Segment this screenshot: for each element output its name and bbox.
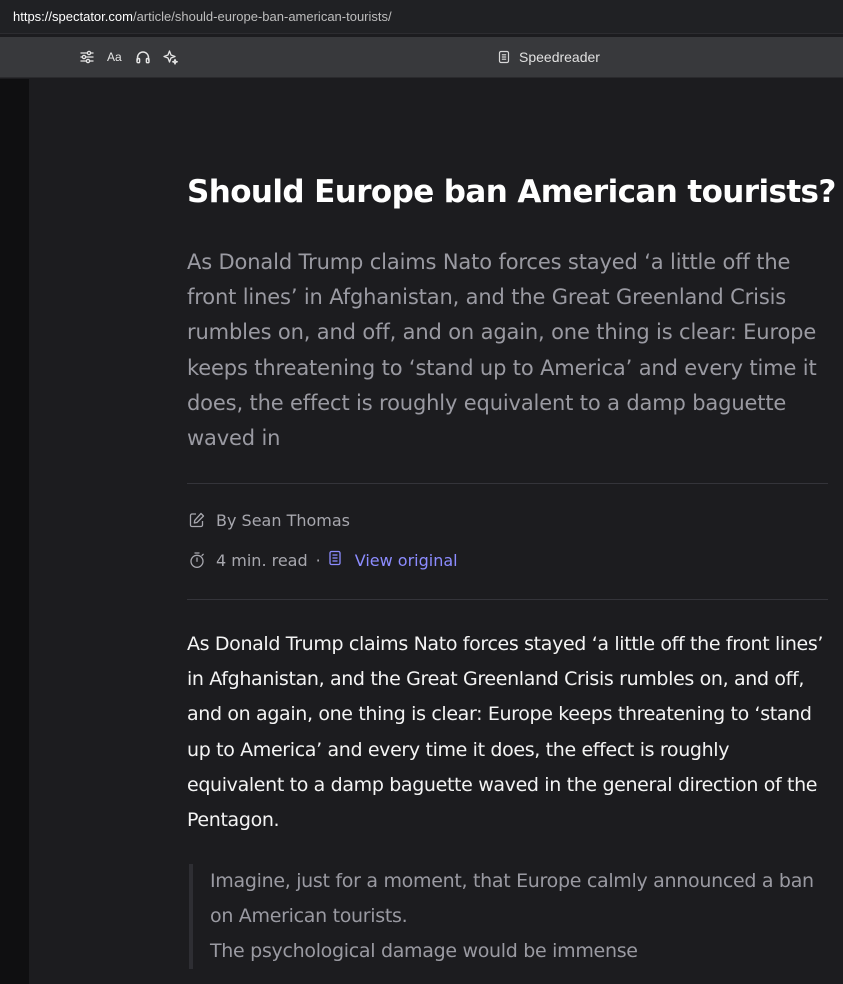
left-edge-strip xyxy=(0,79,29,984)
byline: By Sean Thomas xyxy=(216,510,350,530)
document-icon xyxy=(329,550,341,566)
view-original-icon[interactable] xyxy=(327,550,355,570)
read-time: 4 min. read xyxy=(216,550,308,570)
url-host: https://spectator.com xyxy=(13,9,133,24)
divider-top xyxy=(187,483,828,484)
font-size-button[interactable]: Aa xyxy=(107,50,122,64)
address-bar[interactable]: https://spectator.com/article/should-eur… xyxy=(0,0,843,34)
ai-sparkle-icon[interactable] xyxy=(163,49,179,65)
byline-row: By Sean Thomas xyxy=(188,509,350,531)
speedreader-label: Speedreader xyxy=(519,49,600,65)
speedreader-button[interactable]: Speedreader xyxy=(497,48,600,66)
meta-separator: · xyxy=(315,550,321,570)
reader-toolbar: Aa Speedreader xyxy=(0,37,843,78)
url-path: /article/should-europe-ban-american-tour… xyxy=(132,9,392,24)
article-lede: As Donald Trump claims Nato forces staye… xyxy=(187,250,817,451)
quote-line: Imagine, just for a moment, that Europe … xyxy=(210,870,814,927)
headphones-icon[interactable] xyxy=(135,49,151,65)
author-edit-icon xyxy=(189,512,205,528)
article-blockquote: Imagine, just for a moment, that Europe … xyxy=(189,864,828,969)
stopwatch-icon xyxy=(190,552,204,568)
article-body-paragraph: As Donald Trump claims Nato forces staye… xyxy=(187,633,824,832)
settings-sliders-icon[interactable] xyxy=(79,49,95,65)
reader-content-area xyxy=(29,79,843,984)
quote-line: The psychological damage would be immens… xyxy=(210,940,638,962)
article-title: Should Europe ban American tourists? xyxy=(187,174,836,210)
divider-bottom xyxy=(187,599,828,600)
url-text[interactable]: https://spectator.com/article/should-eur… xyxy=(13,9,392,24)
reading-info-row: 4 min. read · View original xyxy=(188,549,458,571)
document-icon xyxy=(498,50,510,64)
view-original-link[interactable]: View original xyxy=(355,551,458,570)
